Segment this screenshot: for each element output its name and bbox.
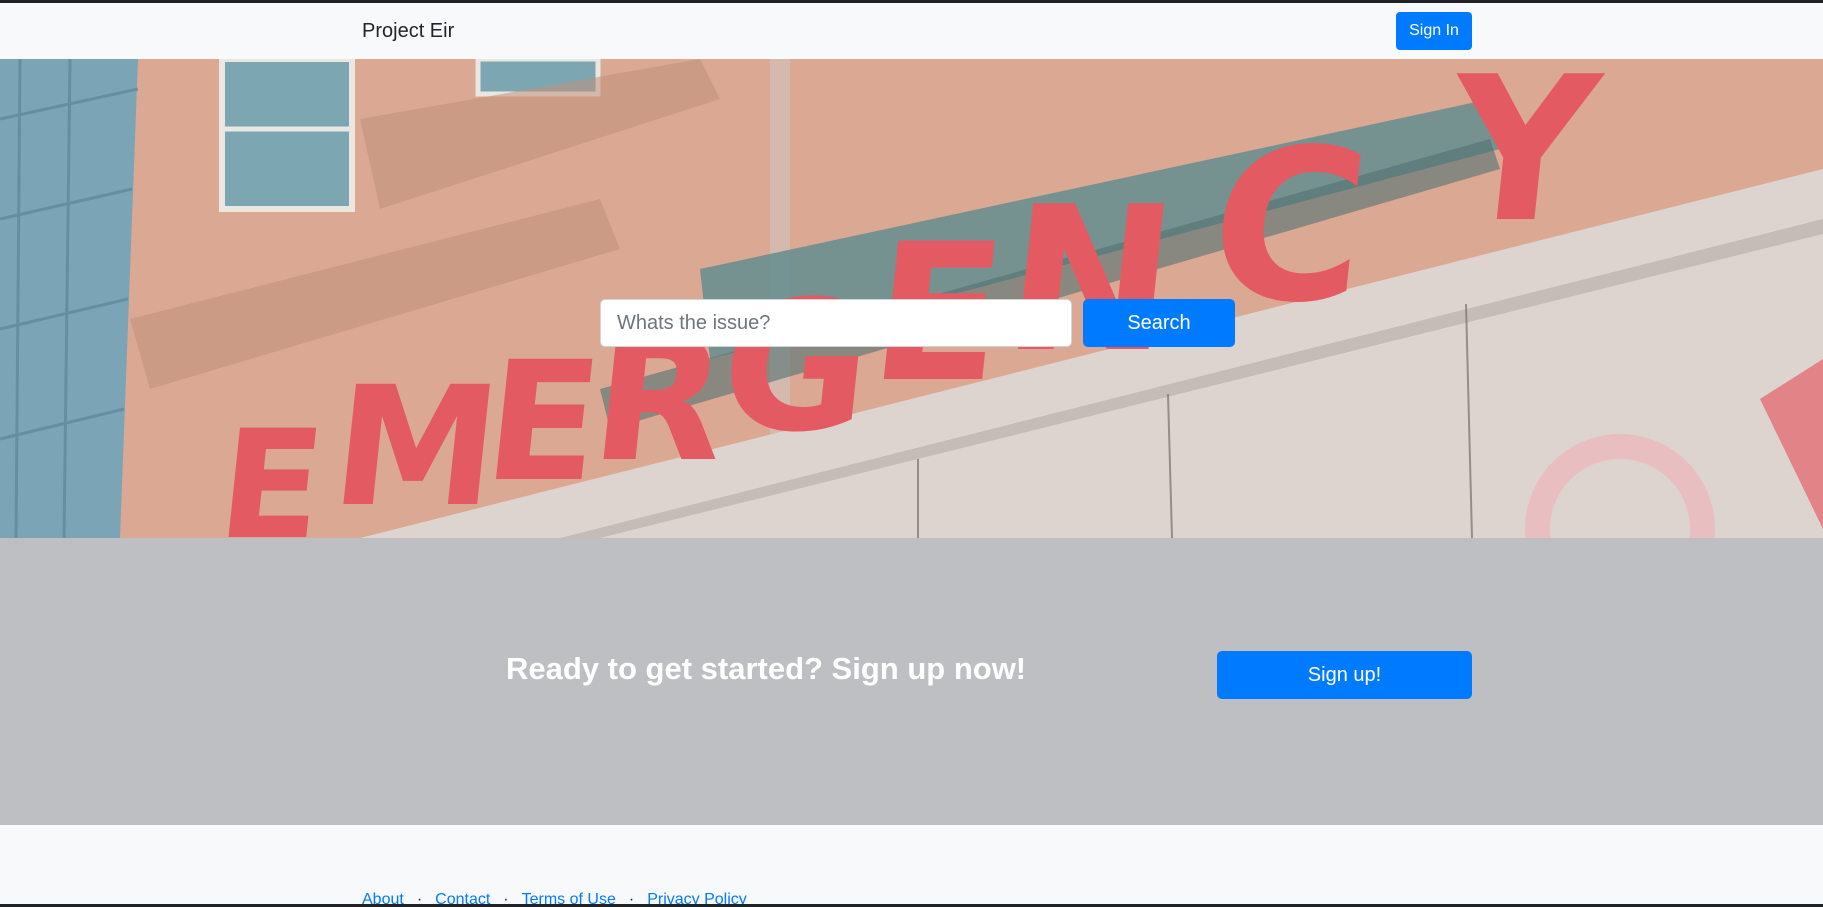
about-link[interactable]: About bbox=[362, 891, 404, 904]
hero-section: E M E R G E N C Y Search bbox=[0, 59, 1823, 538]
footer-separator: · bbox=[628, 891, 635, 904]
call-to-action-section: Ready to get started? Sign up now! Sign … bbox=[0, 538, 1823, 825]
sign-in-button[interactable]: Sign In bbox=[1396, 12, 1472, 50]
brand-link[interactable]: Project Eir bbox=[362, 19, 454, 43]
privacy-policy-link[interactable]: Privacy Policy bbox=[647, 891, 747, 904]
footer-item-privacy: Privacy Policy bbox=[647, 890, 747, 904]
search-button[interactable]: Search bbox=[1083, 299, 1235, 347]
page: Project Eir Sign In E M E R G N C Y What… bbox=[0, 0, 1823, 907]
cta-heading: Ready to get started? Sign up now! bbox=[506, 651, 1027, 686]
footer-item-about: About bbox=[362, 890, 404, 904]
footer-item-contact: Contact bbox=[435, 890, 490, 904]
footer: About · Contact · Terms of Use · Privacy… bbox=[0, 825, 1823, 904]
footer-item-terms: Terms of Use bbox=[522, 890, 616, 904]
footer-links: About · Contact · Terms of Use · Privacy… bbox=[362, 890, 747, 904]
contact-link[interactable]: Contact bbox=[435, 891, 490, 904]
footer-separator: · bbox=[503, 891, 509, 904]
navbar: Project Eir Sign In bbox=[0, 3, 1823, 60]
sign-up-button[interactable]: Sign up! bbox=[1217, 651, 1472, 699]
terms-of-use-link[interactable]: Terms of Use bbox=[522, 891, 616, 904]
search-input[interactable] bbox=[600, 299, 1072, 347]
footer-separator: · bbox=[416, 891, 423, 904]
